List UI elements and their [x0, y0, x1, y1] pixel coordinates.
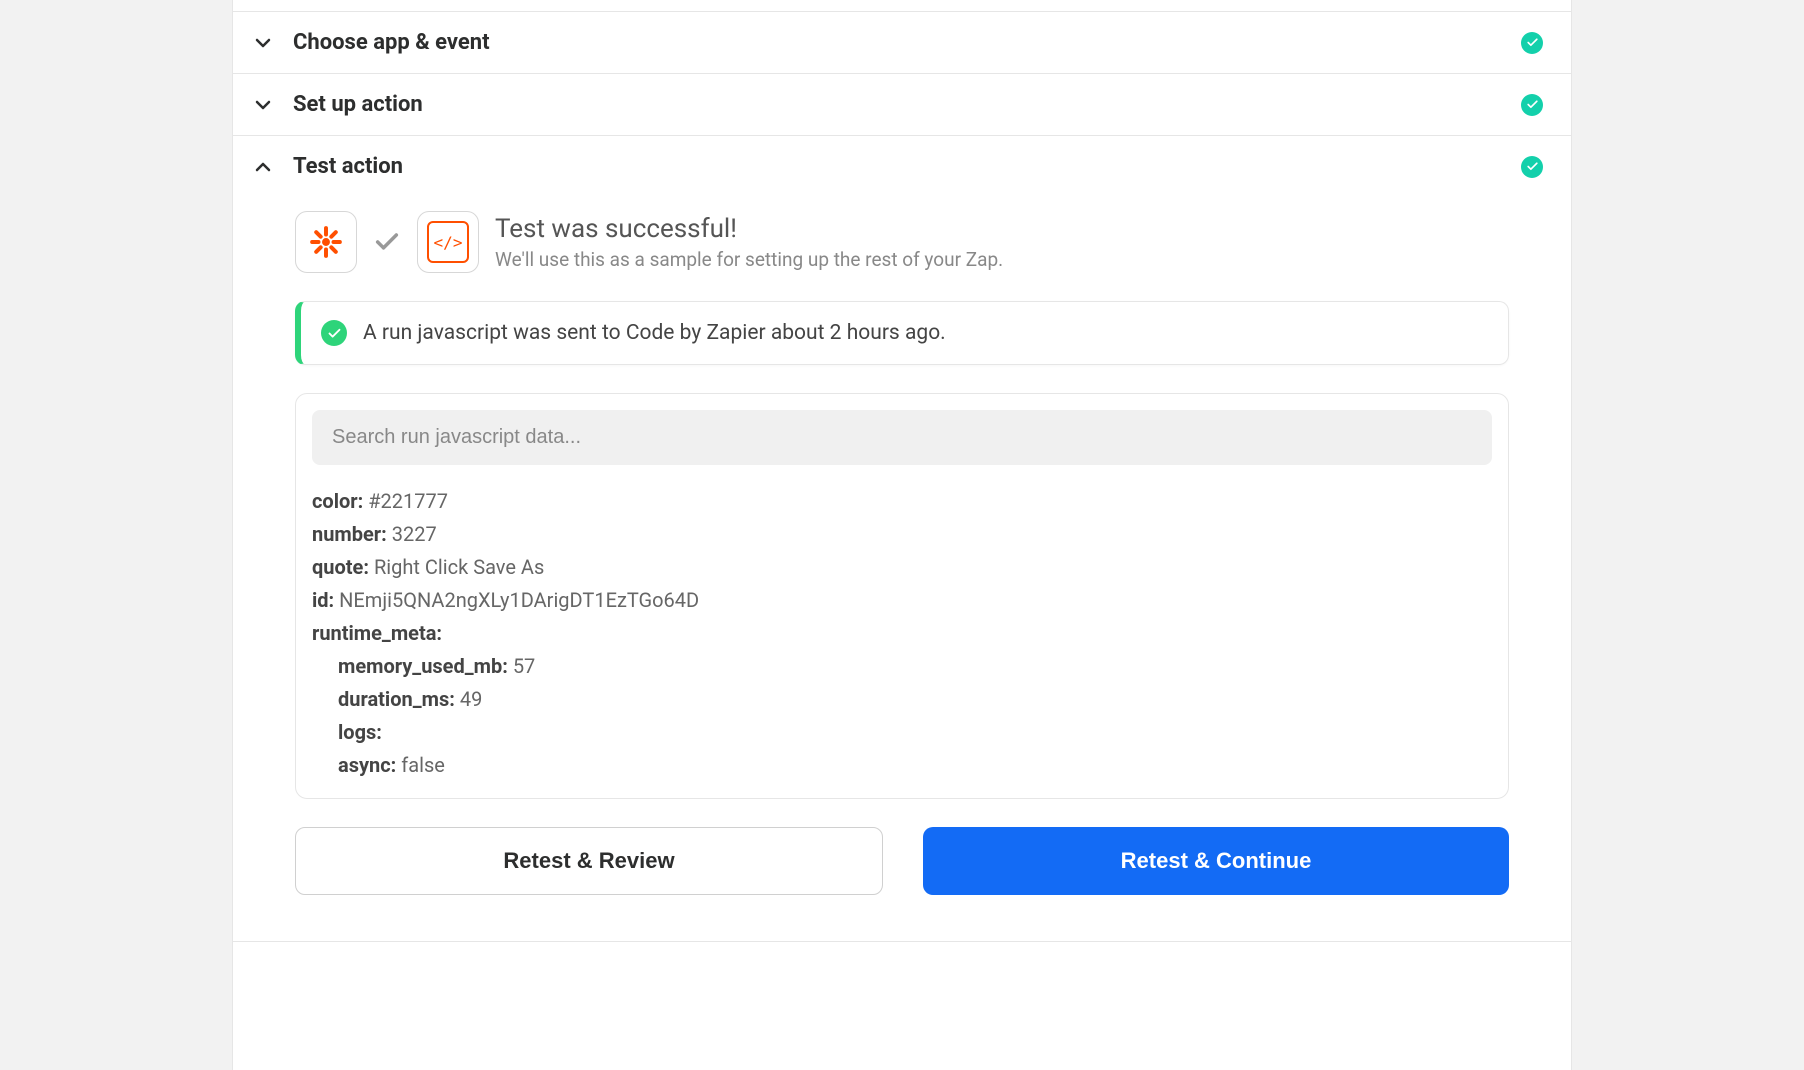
section-header-test-action[interactable]: Test action [233, 136, 1571, 197]
section-title: Set up action [293, 92, 423, 117]
result-data-list: color: #221777 number: 3227 quote: Right… [312, 485, 1492, 782]
code-app-icon: </> [417, 211, 479, 273]
section-header-choose-app[interactable]: Choose app & event [233, 12, 1571, 73]
result-row-async: async: false [338, 749, 1492, 782]
result-row-id: id: NEmji5QNA2ngXLy1DArigDT1EzTGo64D [312, 584, 1492, 617]
section-test-action: Test action </> Test was successful! [233, 136, 1571, 942]
success-text: Test was successful! We'll use this as a… [495, 214, 1003, 271]
section-setup-action: Set up action [233, 74, 1571, 136]
connector-check-icon [373, 228, 401, 256]
result-data-box: color: #221777 number: 3227 quote: Right… [295, 393, 1509, 799]
result-row-quote: quote: Right Click Save As [312, 551, 1492, 584]
zapier-app-icon [295, 211, 357, 273]
section-title: Test action [293, 154, 403, 179]
status-complete-icon [1521, 156, 1543, 178]
success-subtext: We'll use this as a sample for setting u… [495, 248, 1003, 271]
success-row: </> Test was successful! We'll use this … [295, 211, 1509, 273]
success-heading: Test was successful! [495, 214, 1003, 244]
result-row-memory: memory_used_mb: 57 [338, 650, 1492, 683]
result-row-duration: duration_ms: 49 [338, 683, 1492, 716]
retest-review-button[interactable]: Retest & Review [295, 827, 883, 895]
success-check-icon [321, 320, 347, 346]
result-row-runtime-meta: runtime_meta: [312, 617, 1492, 650]
status-complete-icon [1521, 94, 1543, 116]
status-banner: A run javascript was sent to Code by Zap… [295, 301, 1509, 365]
zap-editor-panel: Choose app & event Set up action [232, 0, 1572, 1070]
section-header-setup-action[interactable]: Set up action [233, 74, 1571, 135]
test-action-body: </> Test was successful! We'll use this … [233, 197, 1571, 941]
status-message: A run javascript was sent to Code by Zap… [363, 321, 946, 345]
chevron-down-icon [251, 93, 275, 117]
chevron-up-icon [251, 155, 275, 179]
result-row-number: number: 3227 [312, 518, 1492, 551]
search-input[interactable] [312, 410, 1492, 465]
top-border [233, 0, 1571, 12]
code-icon: </> [427, 221, 469, 263]
retest-continue-button[interactable]: Retest & Continue [923, 827, 1509, 895]
result-row-color: color: #221777 [312, 485, 1492, 518]
section-choose-app: Choose app & event [233, 12, 1571, 74]
chevron-down-icon [251, 31, 275, 55]
button-row: Retest & Review Retest & Continue [295, 827, 1509, 895]
result-row-logs: logs: [338, 716, 1492, 749]
section-title: Choose app & event [293, 30, 490, 55]
status-complete-icon [1521, 32, 1543, 54]
